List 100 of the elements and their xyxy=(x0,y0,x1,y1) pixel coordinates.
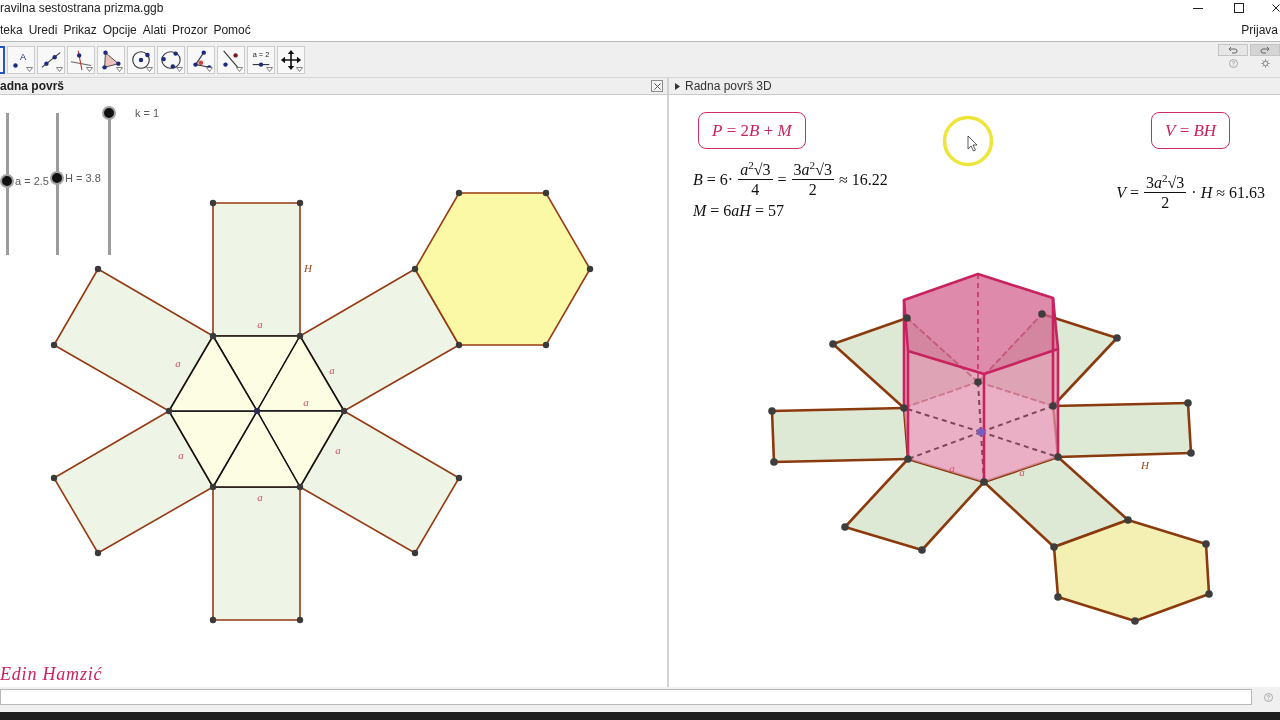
move-view-tool-button[interactable] xyxy=(277,46,305,74)
caret-icon[interactable] xyxy=(86,67,93,72)
close-view-button[interactable] xyxy=(651,80,663,92)
fraction-numerator: 3a$^{2}$√3 xyxy=(791,160,834,180)
undo-button[interactable] xyxy=(1218,44,1248,56)
close-icon xyxy=(653,82,661,90)
caret-icon[interactable] xyxy=(26,67,33,72)
perpendicular-lines-icon xyxy=(70,49,92,71)
vertex-point[interactable] xyxy=(209,199,217,207)
vertex-point[interactable] xyxy=(296,199,304,207)
caret-icon[interactable] xyxy=(176,67,183,72)
vertex-point[interactable] xyxy=(900,404,908,412)
slider-label: H = 3.8 xyxy=(65,171,101,186)
redo-icon xyxy=(1260,46,1270,54)
input-field[interactable] xyxy=(0,689,1252,705)
circle-through-points-tool-button[interactable] xyxy=(157,46,185,74)
vertex-point[interactable] xyxy=(1054,453,1062,461)
edge-label: a xyxy=(257,491,263,503)
view-title: Radna površ 3D xyxy=(685,79,772,93)
perpendicular-line-tool-button[interactable] xyxy=(67,46,95,74)
vertex-point[interactable] xyxy=(904,455,912,463)
vertex-point[interactable] xyxy=(768,407,776,415)
vertex-point[interactable] xyxy=(455,341,463,349)
vertex-point[interactable] xyxy=(296,332,304,340)
vertex-point[interactable] xyxy=(50,341,58,349)
menu-item[interactable]: Uredi xyxy=(28,23,58,38)
slider-thumb[interactable] xyxy=(50,171,64,186)
vertex-point[interactable] xyxy=(1131,617,1139,625)
polygon-tool-button[interactable] xyxy=(97,46,125,74)
slider-thumb[interactable] xyxy=(102,106,116,120)
vertex-point[interactable] xyxy=(94,265,102,273)
formula-text: B = 6· xyxy=(693,169,734,190)
vertex-point[interactable] xyxy=(1184,399,1192,407)
vertex-point[interactable] xyxy=(542,189,550,197)
vertex-point[interactable] xyxy=(841,523,849,531)
center-point[interactable] xyxy=(253,407,261,415)
edge-label: a xyxy=(949,462,955,474)
vertex-point[interactable] xyxy=(411,549,419,557)
vertex-point[interactable] xyxy=(1113,334,1121,342)
caret-icon[interactable] xyxy=(116,67,123,72)
vertex-point[interactable] xyxy=(455,189,463,197)
menu-item[interactable]: Pomoć xyxy=(213,23,251,38)
vertex-point[interactable] xyxy=(209,616,217,624)
close-button[interactable] xyxy=(1272,2,1280,14)
vertex-point[interactable] xyxy=(1205,590,1213,598)
vertex-point[interactable] xyxy=(980,478,988,486)
height-label: H xyxy=(304,262,312,274)
formula-box: V = BH xyxy=(1151,112,1231,149)
menu-item[interactable]: teka xyxy=(0,23,23,38)
vertex-point[interactable] xyxy=(50,474,58,482)
sign-in-link[interactable]: Prijava xyxy=(1241,23,1278,38)
line-icon xyxy=(40,49,62,71)
close-icon xyxy=(1272,4,1280,12)
vertex-point[interactable] xyxy=(340,407,348,415)
formula-text: ≈ 16.22 xyxy=(838,169,888,190)
caret-icon[interactable] xyxy=(236,67,243,72)
line-tool-button[interactable] xyxy=(37,46,65,74)
view-title: adna površ xyxy=(0,79,65,93)
formula-text: V = xyxy=(1116,182,1139,203)
vertex-point[interactable] xyxy=(1124,516,1132,524)
settings-icon[interactable] xyxy=(1260,59,1270,68)
circle-icon xyxy=(130,49,152,71)
formula-text: · H ≈ 61.63 xyxy=(1191,182,1265,203)
caret-icon[interactable] xyxy=(266,67,273,72)
circle-tool-button[interactable] xyxy=(127,46,155,74)
vertex-point[interactable] xyxy=(829,340,837,348)
vertex-point[interactable] xyxy=(165,407,173,415)
vertex-point[interactable] xyxy=(974,378,982,386)
vertex-point[interactable] xyxy=(209,332,217,340)
angle-tool-button[interactable] xyxy=(187,46,215,74)
vertex-point[interactable] xyxy=(918,546,926,554)
vertex-point[interactable] xyxy=(1202,540,1210,548)
menu-item[interactable]: Opcije xyxy=(102,23,137,38)
fraction-numerator: 3a$^{2}$√3 xyxy=(1143,173,1187,193)
formula-box: P = 2B + M xyxy=(698,112,806,149)
height-label: H xyxy=(1141,459,1149,471)
triangle-icon xyxy=(100,49,122,71)
vertex-point[interactable] xyxy=(1187,449,1195,457)
slider-thumb[interactable] xyxy=(0,174,14,189)
vertex-point[interactable] xyxy=(455,474,463,482)
caret-icon[interactable] xyxy=(206,67,213,72)
vertex-point[interactable] xyxy=(94,549,102,557)
caret-icon[interactable] xyxy=(56,67,63,72)
menu-item[interactable]: Prozor xyxy=(172,23,208,38)
vertex-point[interactable] xyxy=(770,458,778,466)
vertex-point[interactable] xyxy=(542,341,550,349)
caret-icon[interactable] xyxy=(146,67,153,72)
vertex-point[interactable] xyxy=(411,265,419,273)
vertex-point[interactable] xyxy=(296,483,304,491)
caret-icon[interactable] xyxy=(296,67,303,72)
vertex-point[interactable] xyxy=(296,616,304,624)
vertex-point[interactable] xyxy=(1054,593,1062,601)
vertex-point[interactable] xyxy=(209,483,217,491)
reflect-tool-button[interactable] xyxy=(217,46,245,74)
vertex-point[interactable] xyxy=(586,265,594,273)
maximize-button[interactable] xyxy=(1231,2,1247,14)
menu-item[interactable]: Prikaz xyxy=(63,23,97,38)
vertex-point[interactable] xyxy=(1050,543,1058,551)
menu-item[interactable]: Alati xyxy=(142,23,167,38)
toggle-triangle-icon[interactable] xyxy=(675,82,680,90)
